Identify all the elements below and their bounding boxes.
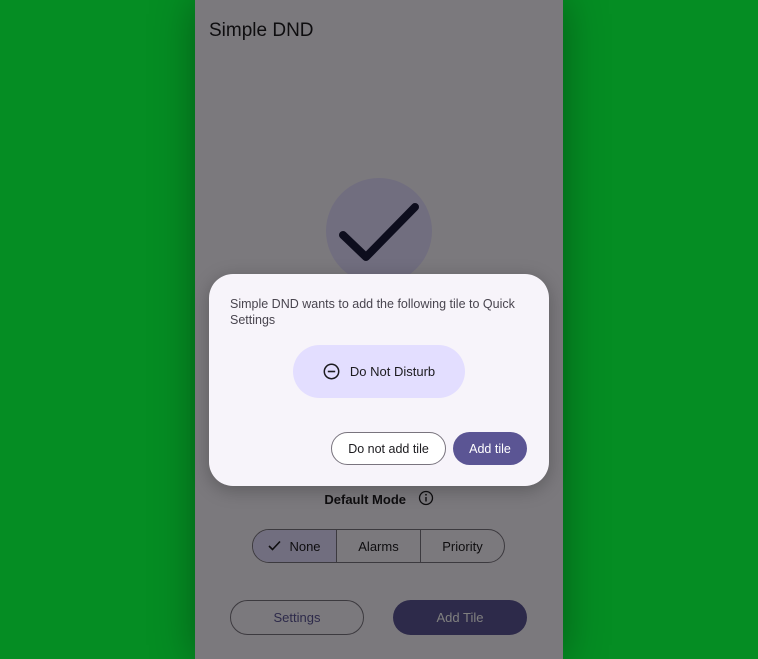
dnd-icon	[323, 363, 340, 380]
add-tile-dialog: Simple DND wants to add the following ti…	[209, 274, 549, 486]
dnd-tile-preview: Do Not Disturb	[293, 345, 465, 398]
add-tile-confirm-button[interactable]: Add tile	[453, 432, 527, 465]
dialog-message: Simple DND wants to add the following ti…	[230, 297, 515, 327]
tile-label: Do Not Disturb	[349, 364, 436, 379]
do-not-add-tile-button[interactable]: Do not add tile	[331, 432, 446, 465]
